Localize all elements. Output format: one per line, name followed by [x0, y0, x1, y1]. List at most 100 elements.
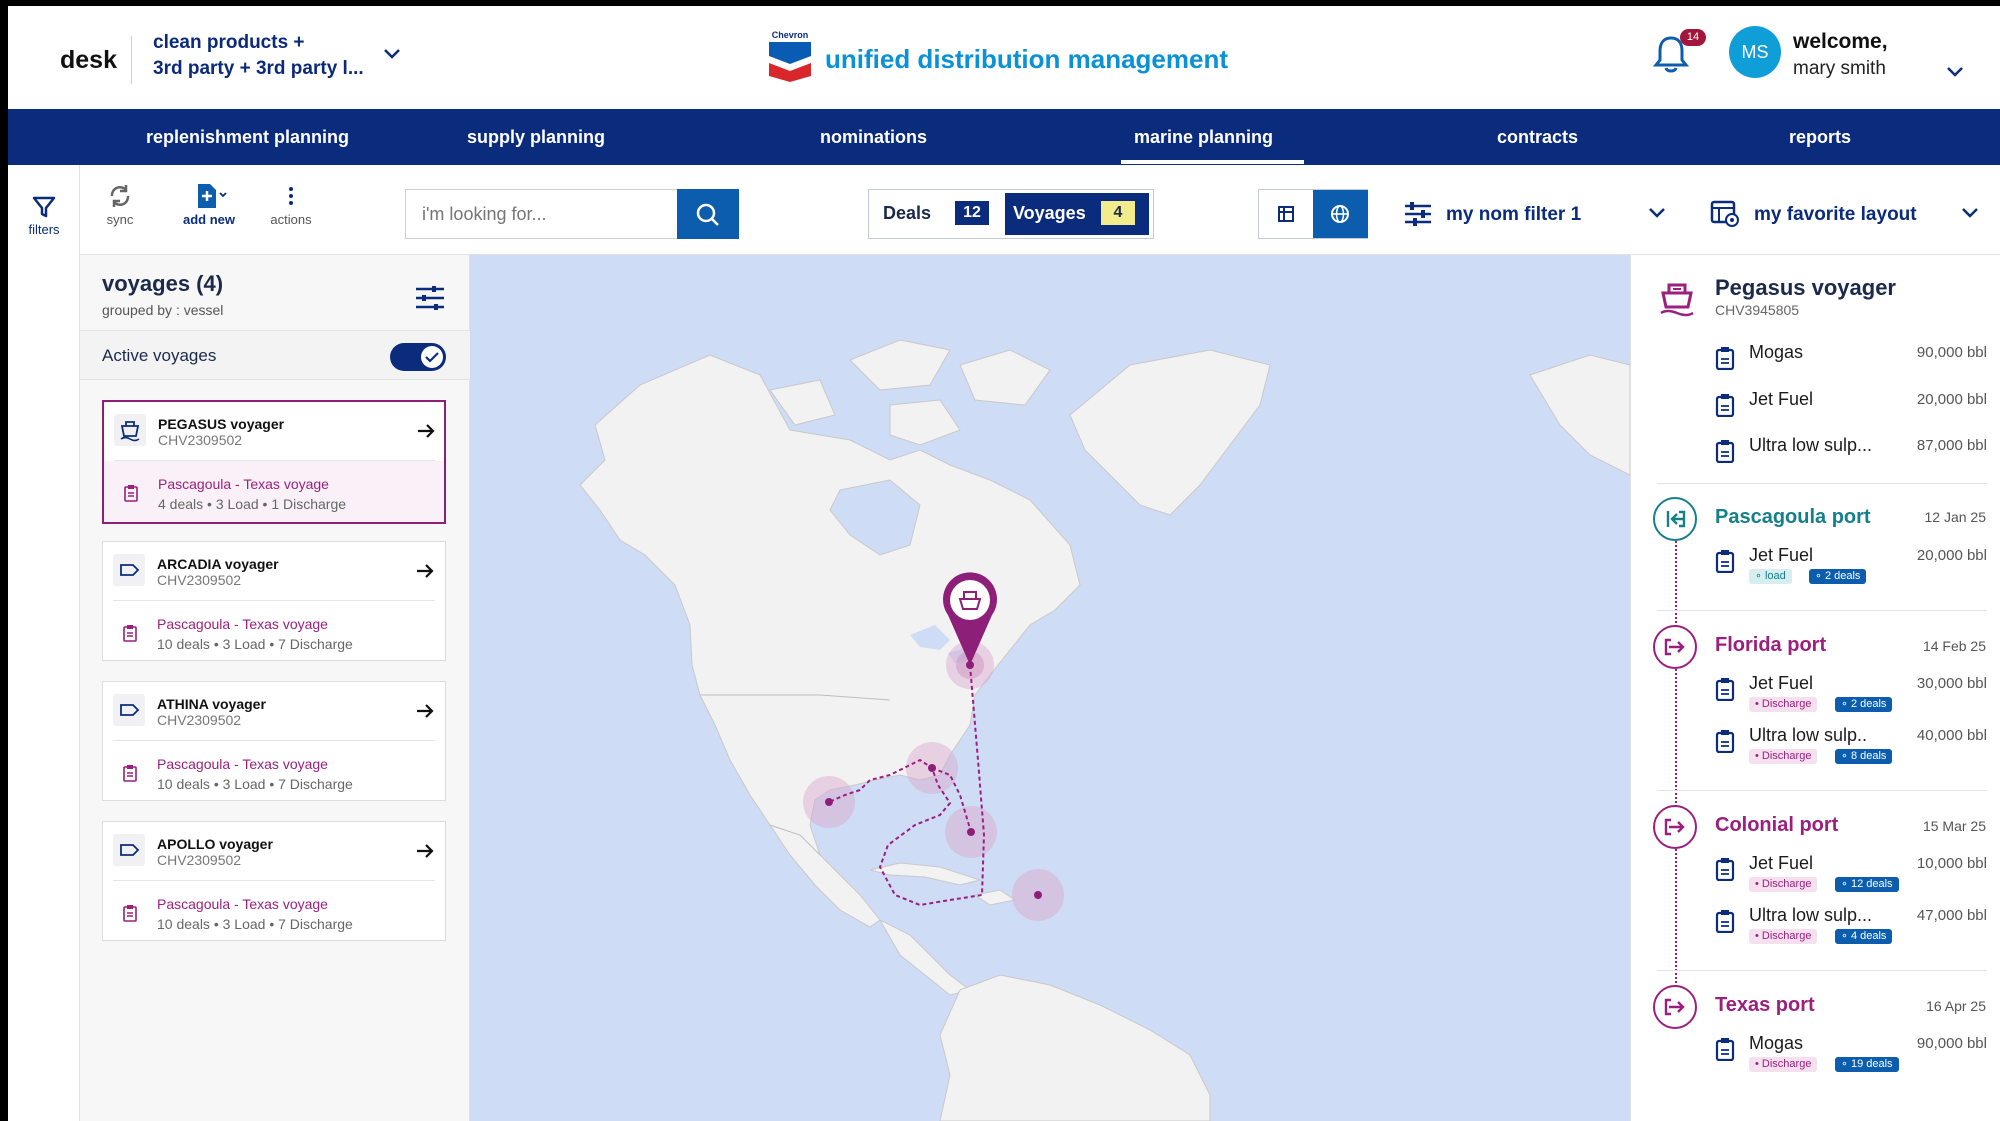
port-name[interactable]: Colonial port: [1715, 814, 1838, 837]
arrow-right-icon[interactable]: [415, 842, 435, 860]
port-cargo-item: Mogas 90,000 bbl • Discharge ∘ 19 deals: [1715, 1033, 1987, 1077]
voyage-card[interactable]: ATHINA voyager CHV2309502 Pascagoula - T…: [102, 681, 446, 801]
globe-view-icon: [1331, 205, 1349, 223]
land-north-america: [579, 354, 1081, 928]
clipboard-icon: [1715, 678, 1735, 701]
table-view-icon: [1278, 206, 1294, 222]
deals-tab[interactable]: Deals 12: [869, 190, 1005, 238]
filters-button[interactable]: filters: [8, 195, 80, 237]
nav-supply-planning[interactable]: supply planning: [467, 109, 605, 165]
port-discharge-icon: [1653, 805, 1697, 849]
port-name[interactable]: Pascagoula port: [1715, 506, 1871, 529]
search-field[interactable]: [405, 189, 677, 239]
deals-voyages-switch: Deals 12 Voyages 4: [868, 189, 1154, 239]
toolbar: sync add new actions i'm looking for... …: [80, 165, 2000, 255]
tag-text: Discharge: [1761, 930, 1812, 942]
divider: [1657, 610, 1987, 611]
group-settings-icon[interactable]: [414, 285, 446, 311]
route-stop[interactable]: [928, 764, 936, 772]
port-date: 12 Jan 25: [1924, 509, 1987, 525]
notification-badge: 14: [1680, 29, 1706, 46]
port-cargo-item: Jet Fuel 10,000 bbl • Discharge ∘ 12 dea…: [1715, 853, 1987, 897]
actions-button[interactable]: actions: [258, 183, 324, 227]
arrow-right-icon[interactable]: [415, 702, 435, 720]
arrow-right-icon[interactable]: [415, 562, 435, 580]
add-new-button[interactable]: add new: [176, 183, 242, 227]
voyage-meta: 4 deals • 3 Load • 1 Discharge: [158, 496, 347, 512]
divider: [1657, 483, 1987, 484]
deals-tag[interactable]: ∘ 2 deals: [1809, 569, 1867, 584]
active-voyages-toggle[interactable]: [390, 343, 446, 371]
voyages-title: voyages (4): [102, 271, 224, 296]
cargo-qty: 87,000 bbl: [1916, 437, 1987, 454]
nav-reports[interactable]: reports: [1789, 109, 1851, 165]
actions-label: actions: [270, 212, 312, 227]
map-canvas[interactable]: [470, 255, 1630, 1121]
voyage-id: CHV2309502: [157, 852, 242, 868]
cargo-qty: 10,000 bbl: [1916, 855, 1987, 872]
cargo-product: Ultra low sulp...: [1749, 435, 1873, 455]
arrow-right-icon[interactable]: [416, 422, 436, 440]
discharge-tag: • Discharge: [1749, 877, 1818, 892]
clipboard-icon: [1715, 394, 1735, 417]
voyage-map[interactable]: [470, 255, 1630, 1121]
workspace-line1: clean products +: [153, 32, 305, 53]
voyages-label: Voyages: [1013, 203, 1086, 223]
app-title: unified distribution management: [825, 44, 1229, 74]
port-name[interactable]: Florida port: [1715, 634, 1826, 657]
nav-marine-planning[interactable]: marine planning: [1134, 109, 1273, 165]
map-view-button[interactable]: [1313, 190, 1368, 238]
port-cargo-item: Jet Fuel 30,000 bbl • Discharge ∘ 2 deal…: [1715, 673, 1987, 717]
port-name[interactable]: Texas port: [1715, 994, 1815, 1017]
divider: [131, 36, 132, 84]
grouped-by-label: grouped by : vessel: [102, 302, 224, 318]
voyage-card[interactable]: PEGASUS voyager CHV2309502 Pascagoula - …: [102, 400, 446, 524]
view-toggle: [1258, 189, 1368, 239]
voyage-route: Pascagoula - Texas voyage: [157, 616, 328, 632]
sync-button[interactable]: sync: [92, 183, 148, 227]
route-stop[interactable]: [825, 798, 833, 806]
route-stop[interactable]: [967, 828, 975, 836]
voyage-name: PEGASUS voyager: [158, 416, 285, 432]
cargo-item: Jet Fuel 20,000 bbl: [1715, 389, 1987, 429]
voyage-id: CHV2309502: [158, 432, 243, 448]
table-view-button[interactable]: [1259, 190, 1313, 238]
search-icon: [696, 203, 719, 226]
workspace-selector[interactable]: clean products + 3rd party + 3rd party l…: [153, 30, 364, 82]
nav-replenishment-planning[interactable]: replenishment planning: [146, 109, 349, 165]
search-input[interactable]: [406, 190, 677, 238]
voyage-card-header: PEGASUS voyager CHV2309502: [104, 402, 444, 460]
voyages-tab[interactable]: Voyages 4: [1005, 193, 1149, 235]
nav-nominations[interactable]: nominations: [820, 109, 927, 165]
cargo-product: Ultra low sulp..: [1749, 725, 1868, 745]
deals-tag[interactable]: ∘ 2 deals: [1835, 697, 1893, 712]
deals-tag[interactable]: ∘ 8 deals: [1835, 749, 1893, 764]
chevron-down-icon[interactable]: [383, 48, 401, 60]
nav-contracts[interactable]: contracts: [1497, 109, 1578, 165]
deals-label: Deals: [883, 203, 932, 223]
port-cargo-item: Jet Fuel 20,000 bbl ∘ load ∘ 2 deals: [1715, 545, 1987, 589]
chevron-down-icon: [1962, 208, 1978, 218]
deals-tag[interactable]: ∘ 4 deals: [1835, 929, 1893, 944]
sliders-icon: [1405, 202, 1431, 226]
cargo-qty: 30,000 bbl: [1916, 675, 1987, 692]
vessel-icon-box: [113, 554, 145, 586]
search-button[interactable]: [677, 189, 739, 239]
voyage-card[interactable]: ARCADIA voyager CHV2309502 Pascagoula - …: [102, 541, 446, 661]
port-load-glyph: [1666, 510, 1686, 528]
voyage-card[interactable]: APOLLO voyager CHV2309502 Pascagoula - T…: [102, 821, 446, 941]
cargo-product: Jet Fuel: [1749, 389, 1814, 409]
load-tag: ∘ load: [1749, 569, 1792, 584]
deals-tag[interactable]: ∘ 12 deals: [1835, 877, 1899, 892]
deals-text: 8 deals: [1850, 750, 1887, 762]
land-arctic-island: [889, 399, 961, 446]
chevron-down-icon[interactable]: [1946, 66, 1964, 78]
route-stop[interactable]: [1034, 891, 1042, 899]
vessel-icon-box: [113, 694, 145, 726]
clipboard-icon: [123, 765, 137, 782]
deals-tag[interactable]: ∘ 19 deals: [1835, 1057, 1899, 1072]
cargo-qty: 90,000 bbl: [1916, 1035, 1987, 1052]
sync-icon: [110, 185, 130, 207]
clipboard-icon: [1715, 1038, 1735, 1061]
avatar[interactable]: MS: [1729, 26, 1781, 78]
